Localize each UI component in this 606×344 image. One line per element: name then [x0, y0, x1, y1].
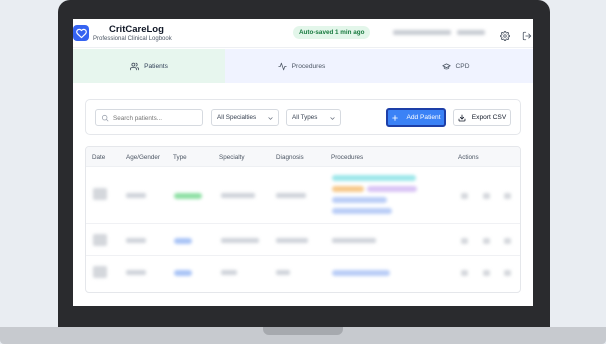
logout-icon[interactable]	[522, 28, 532, 41]
table-row[interactable]	[86, 256, 520, 288]
table-header: Date Age/Gender Type Specialty Diagnosis…	[86, 147, 520, 167]
plus-icon	[392, 114, 399, 121]
gear-icon[interactable]	[500, 28, 510, 41]
tab-cpd[interactable]: CPD	[378, 49, 533, 83]
patients-toolbar: All Specialties All Types Add Patient Ex…	[85, 99, 521, 135]
tab-cpd-label: CPD	[455, 62, 470, 70]
tab-procedures-label: Procedures	[291, 62, 326, 70]
app-title: CritCareLog	[109, 24, 164, 35]
laptop-notch	[263, 327, 343, 335]
app-header: CritCareLog Professional Clinical Logboo…	[73, 19, 533, 48]
col-date: Date	[92, 154, 106, 161]
specialty-filter-value: All Specialties	[217, 114, 257, 121]
export-csv-label: Export CSV	[471, 114, 507, 121]
type-filter-value: All Types	[292, 114, 318, 121]
col-age-gender: Age/Gender	[126, 154, 160, 161]
chevron-down-icon	[268, 117, 273, 120]
app-subtitle: Professional Clinical Logbook	[93, 36, 172, 42]
table-row[interactable]	[86, 167, 520, 224]
tab-procedures[interactable]: Procedures	[225, 49, 378, 83]
activity-icon	[278, 62, 287, 70]
col-type: Type	[173, 154, 187, 161]
col-procedures: Procedures	[331, 154, 364, 161]
autosave-badge: Auto-saved 1 min ago	[293, 26, 371, 39]
add-patient-label: Add Patient	[406, 114, 441, 121]
export-csv-button[interactable]: Export CSV	[453, 109, 511, 126]
app-screen: CritCareLog Professional Clinical Logboo…	[73, 19, 533, 306]
search-icon	[101, 114, 109, 122]
tab-patients-label: Patients	[144, 62, 168, 70]
col-diagnosis: Diagnosis	[276, 154, 304, 161]
table-row[interactable]	[86, 224, 520, 256]
download-icon	[458, 114, 466, 121]
tab-patients[interactable]: Patients	[73, 49, 225, 83]
heart-logo-icon	[73, 25, 89, 41]
specialty-filter-select[interactable]: All Specialties	[211, 109, 279, 126]
type-filter-select[interactable]: All Types	[286, 109, 341, 126]
chevron-down-icon	[330, 117, 335, 120]
patients-table: Date Age/Gender Type Specialty Diagnosis…	[85, 146, 521, 293]
user-info-blurred	[393, 29, 485, 36]
add-patient-button[interactable]: Add Patient	[386, 108, 446, 127]
col-specialty: Specialty	[219, 154, 245, 161]
search-input[interactable]	[113, 112, 199, 124]
graduation-cap-icon	[441, 63, 451, 69]
search-box	[95, 109, 203, 126]
col-actions: Actions	[458, 154, 479, 161]
main-tabs: Patients Procedures CPD	[73, 49, 533, 83]
users-icon	[130, 62, 140, 70]
